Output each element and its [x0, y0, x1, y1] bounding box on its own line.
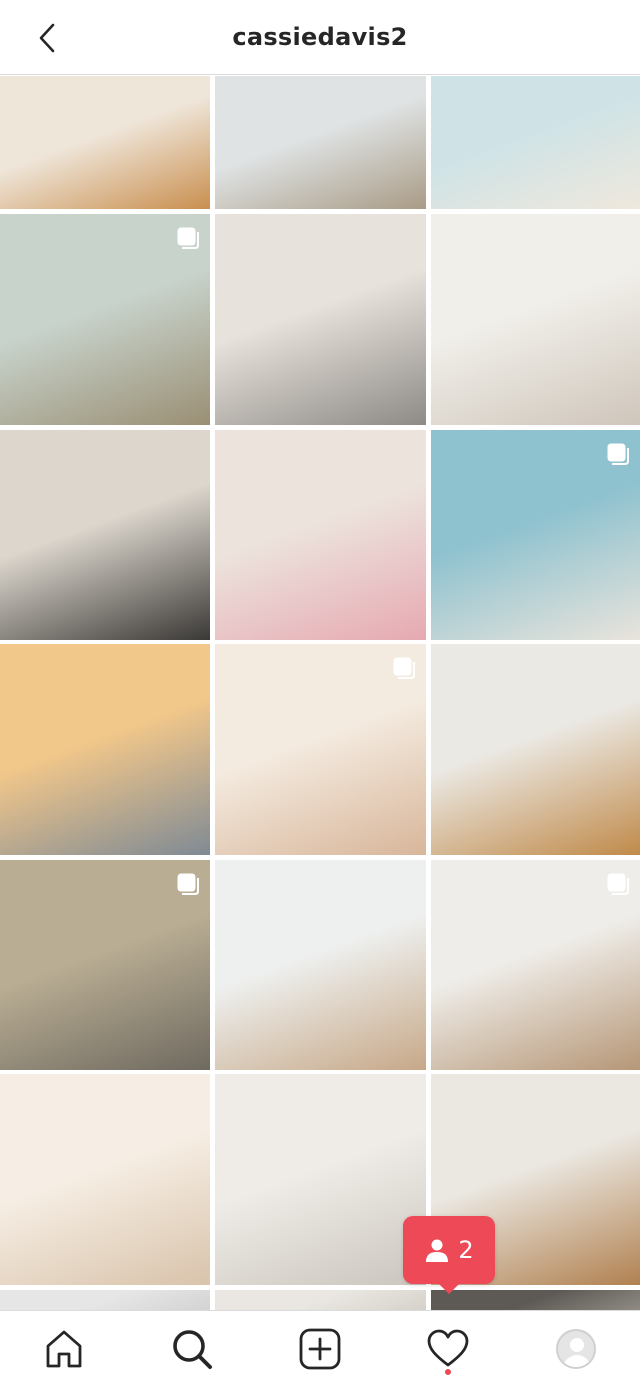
- post-photo: [215, 1290, 426, 1310]
- post-kids-on-beach[interactable]: [215, 644, 426, 855]
- tab-search[interactable]: [162, 1319, 222, 1379]
- post-photo: [0, 430, 210, 640]
- post-photo: [0, 1290, 210, 1310]
- post-kitchen-high-five[interactable]: [431, 214, 640, 425]
- post-toddler-kitchen[interactable]: [215, 1074, 426, 1285]
- post-photo: [215, 1074, 426, 1285]
- post-beach-bikini[interactable]: [431, 430, 640, 640]
- post-photo: [431, 76, 640, 209]
- post-sunset-beach-hug[interactable]: [0, 644, 210, 855]
- post-pier-sunset-kids[interactable]: [0, 1074, 210, 1285]
- post-portrait-smile[interactable]: [431, 860, 640, 1070]
- post-photo: [431, 644, 640, 855]
- post-photo: [215, 76, 426, 209]
- post-photo: [0, 76, 210, 209]
- post-partial-2[interactable]: [215, 1290, 426, 1310]
- tab-home[interactable]: [34, 1319, 94, 1379]
- post-photo: [431, 214, 640, 425]
- post-partial-1[interactable]: [0, 1290, 210, 1310]
- post-girls-dancing-street[interactable]: [215, 214, 426, 425]
- post-golf-cart-selfie[interactable]: [0, 430, 210, 640]
- post-photo: [431, 1290, 640, 1310]
- top-bar: cassiedavis2: [0, 0, 640, 75]
- search-icon: [173, 1329, 212, 1369]
- activity-heart-icon: [427, 1329, 469, 1366]
- tab-activity[interactable]: [418, 1319, 478, 1379]
- multiple-photos-icon: [177, 227, 199, 249]
- tab-profile[interactable]: [546, 1319, 606, 1379]
- post-photo: [0, 644, 210, 855]
- activity-dot: [445, 1368, 451, 1375]
- back-button[interactable]: [30, 20, 64, 56]
- post-photo: [215, 214, 426, 425]
- multiple-photos-icon: [393, 657, 415, 679]
- post-golden-retriever-closeup[interactable]: [0, 76, 210, 209]
- post-photo: [215, 430, 426, 640]
- activity-notification-badge[interactable]: 2: [403, 1216, 495, 1294]
- multiple-photos-icon: [177, 873, 199, 895]
- chevron-left-icon: [39, 23, 55, 53]
- person-icon: [426, 1239, 449, 1262]
- post-kids-on-log[interactable]: [215, 860, 426, 1070]
- posts-grid: [0, 76, 640, 1310]
- post-girl-on-bike[interactable]: [215, 430, 426, 640]
- post-coffee-mug-pier[interactable]: [215, 76, 426, 209]
- home-icon: [46, 1330, 82, 1367]
- bottom-tab-bar: [0, 1310, 640, 1386]
- new-post-icon: [299, 1328, 341, 1369]
- post-beach-sandals[interactable]: [431, 76, 640, 209]
- multiple-photos-icon: [607, 443, 629, 465]
- notification-count: 2: [458, 1236, 474, 1264]
- post-photo: [215, 860, 426, 1070]
- profile-avatar: [556, 1328, 596, 1369]
- multiple-photos-icon: [607, 873, 629, 895]
- post-friends-with-lambs[interactable]: [0, 860, 210, 1070]
- post-dog-with-mug[interactable]: [431, 644, 640, 855]
- post-friends-at-wedding[interactable]: [0, 214, 210, 425]
- post-partial-3[interactable]: [431, 1290, 640, 1310]
- post-photo: [0, 1074, 210, 1285]
- tab-new-post[interactable]: [290, 1319, 350, 1379]
- page-title: cassiedavis2: [232, 23, 408, 51]
